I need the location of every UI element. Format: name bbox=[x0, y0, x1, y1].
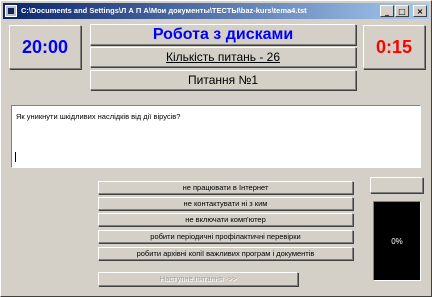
answer-button-5[interactable]: робити архівні копії важливих програм і … bbox=[98, 247, 353, 260]
window-title: C:\Documents and Settings\Л А П А\Мои до… bbox=[21, 6, 307, 15]
answer-button-1[interactable]: не працювати в Інтернет bbox=[98, 181, 353, 194]
text-caret bbox=[15, 152, 16, 162]
side-button[interactable] bbox=[370, 177, 423, 193]
answer-button-3[interactable]: не включати комп'ютер bbox=[98, 213, 353, 226]
elapsed-timer: 20:00 bbox=[9, 25, 81, 69]
title-bar: C:\Documents and Settings\Л А П А\Мои до… bbox=[3, 3, 429, 19]
test-title: Робота з дисками bbox=[90, 24, 356, 45]
app-icon[interactable] bbox=[5, 5, 17, 17]
question-text-area[interactable]: Як уникнути шкідливих наслідків від дії … bbox=[11, 105, 421, 168]
progress-indicator: 0% bbox=[373, 201, 421, 281]
minimize-button[interactable]: _ bbox=[380, 5, 394, 17]
question-count-label: Кількість питань - 26 bbox=[90, 47, 356, 67]
close-button[interactable]: × bbox=[413, 5, 427, 17]
answer-button-4[interactable]: робити періодичні профілактичні перевірк… bbox=[98, 230, 353, 243]
question-number-label: Питання №1 bbox=[90, 70, 356, 90]
app-window: C:\Documents and Settings\Л А П А\Мои до… bbox=[0, 0, 432, 297]
next-question-button[interactable]: Наступне питання ->> bbox=[98, 272, 298, 286]
progress-percent: 0% bbox=[391, 236, 403, 246]
remaining-timer: 0:15 bbox=[363, 25, 425, 69]
answer-button-2[interactable]: не контактувати ні з ким bbox=[98, 197, 353, 210]
question-text: Як уникнути шкідливих наслідків від дії … bbox=[16, 112, 181, 121]
maximize-button[interactable]: □ bbox=[395, 5, 409, 17]
